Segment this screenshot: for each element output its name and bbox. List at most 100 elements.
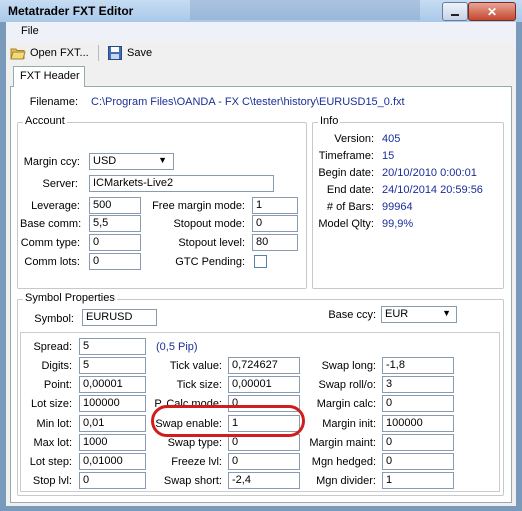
leverage-input[interactable]: 500 bbox=[89, 197, 141, 214]
swap-short-label: Swap short: bbox=[163, 475, 222, 487]
open-fxt-label: Open FXT... bbox=[30, 47, 89, 59]
lot-size-input[interactable]: 100000 bbox=[79, 395, 146, 412]
server-label: Server: bbox=[42, 178, 78, 190]
filename-value: C:\Program Files\OANDA - FX C\tester\his… bbox=[91, 96, 405, 108]
margin-init-label: Margin init: bbox=[322, 418, 376, 430]
bars-label: # of Bars: bbox=[326, 201, 374, 213]
tick-size-label: Tick size: bbox=[176, 379, 222, 391]
version-label: Version: bbox=[334, 133, 374, 145]
gtc-pending-checkbox[interactable] bbox=[254, 255, 267, 268]
filename-label: Filename: bbox=[29, 96, 78, 108]
point-input[interactable]: 0,00001 bbox=[79, 376, 146, 393]
margin-ccy-select[interactable]: USD ▼ bbox=[89, 153, 174, 170]
save-button[interactable]: Save bbox=[108, 45, 152, 61]
min-lot-label: Min lot: bbox=[36, 418, 72, 430]
mgn-divider-input[interactable]: 1 bbox=[382, 472, 454, 489]
freeze-lvl-input[interactable]: 0 bbox=[228, 453, 300, 470]
save-label: Save bbox=[127, 47, 153, 59]
version-value: 405 bbox=[382, 133, 401, 145]
leverage-label: Leverage: bbox=[31, 200, 80, 212]
symbol-label: Symbol: bbox=[34, 313, 74, 325]
swap-type-label: Swap type: bbox=[167, 437, 222, 449]
chevron-down-icon: ▼ bbox=[158, 155, 167, 165]
lot-step-label: Lot step: bbox=[29, 456, 72, 468]
mgn-hedged-label: Mgn hedged: bbox=[311, 456, 376, 468]
tick-size-input[interactable]: 0,00001 bbox=[228, 376, 300, 393]
close-button[interactable]: ✕ bbox=[468, 2, 516, 21]
account-group-title: Account bbox=[23, 115, 67, 127]
menu-file[interactable]: File bbox=[21, 25, 39, 37]
margin-maint-label: Margin maint: bbox=[309, 437, 376, 449]
margin-init-input[interactable]: 100000 bbox=[382, 415, 454, 432]
model-qlty-label: Model Qlty: bbox=[318, 218, 374, 230]
floppy-disk-icon bbox=[108, 46, 122, 60]
swap-short-input[interactable]: -2,4 bbox=[228, 472, 300, 489]
free-margin-mode-input[interactable]: 1 bbox=[252, 197, 298, 214]
server-input[interactable]: ICMarkets-Live2 bbox=[89, 175, 274, 192]
min-lot-input[interactable]: 0,01 bbox=[79, 415, 146, 432]
chevron-down-icon: ▼ bbox=[442, 308, 451, 318]
margin-ccy-value: USD bbox=[93, 155, 117, 167]
free-margin-mode-label: Free margin mode: bbox=[152, 200, 245, 212]
swap-rollo-label: Swap roll/o: bbox=[318, 379, 376, 391]
base-comm-input[interactable]: 5,5 bbox=[89, 215, 141, 232]
swap-long-label: Swap long: bbox=[321, 360, 376, 372]
tab-fxt-header[interactable]: FXT Header bbox=[13, 66, 85, 87]
freeze-lvl-label: Freeze lvl: bbox=[171, 456, 222, 468]
comm-type-input[interactable]: 0 bbox=[89, 234, 141, 251]
begin-date-label: Begin date: bbox=[318, 167, 374, 179]
lot-size-label: Lot size: bbox=[31, 398, 72, 410]
stopout-mode-input[interactable]: 0 bbox=[252, 215, 298, 232]
symbol-input[interactable]: EURUSD bbox=[82, 309, 157, 326]
digits-input[interactable]: 5 bbox=[79, 357, 146, 374]
comm-type-label: Comm type: bbox=[20, 237, 80, 249]
margin-calc-label: Margin calc: bbox=[316, 398, 376, 410]
gtc-pending-label: GTC Pending: bbox=[175, 256, 245, 268]
stop-lvl-input[interactable]: 0 bbox=[79, 472, 146, 489]
base-comm-label: Base comm: bbox=[20, 218, 82, 230]
tick-value-label: Tick value: bbox=[169, 360, 222, 372]
margin-maint-input[interactable]: 0 bbox=[382, 434, 454, 451]
stopout-mode-label: Stopout mode: bbox=[173, 218, 245, 230]
stop-lvl-label: Stop lvl: bbox=[32, 475, 72, 487]
tick-value-input[interactable]: 0,724627 bbox=[228, 357, 300, 374]
swap-rollo-input[interactable]: 3 bbox=[382, 376, 454, 393]
open-fxt-button[interactable]: Open FXT... bbox=[10, 45, 89, 61]
swap-long-input[interactable]: -1,8 bbox=[382, 357, 454, 374]
mgn-divider-label: Mgn divider: bbox=[316, 475, 376, 487]
info-group-title: Info bbox=[318, 115, 341, 127]
menu-bar: File bbox=[6, 22, 516, 42]
spread-input[interactable]: 5 bbox=[79, 338, 146, 355]
minimize-button[interactable] bbox=[442, 2, 468, 21]
begin-date-value: 20/10/2010 0:00:01 bbox=[382, 167, 477, 179]
base-ccy-value: EUR bbox=[385, 308, 409, 320]
window-title: Metatrader FXT Editor bbox=[8, 4, 134, 18]
spread-pip-note: (0,5 Pip) bbox=[156, 341, 198, 353]
base-ccy-label: Base ccy: bbox=[328, 309, 376, 321]
margin-ccy-label: Margin ccy: bbox=[23, 156, 80, 168]
model-qlty-value: 99,9% bbox=[382, 218, 414, 230]
title-bar[interactable]: Metatrader FXT Editor ✕ bbox=[0, 0, 522, 22]
timeframe-value: 15 bbox=[382, 150, 395, 162]
timeframe-label: Timeframe: bbox=[318, 150, 374, 162]
spread-label: Spread: bbox=[33, 341, 72, 353]
tab-fxt-header-label: FXT Header bbox=[20, 70, 80, 82]
background-window-strip bbox=[190, 0, 420, 20]
base-ccy-select[interactable]: EUR ▼ bbox=[381, 306, 457, 323]
max-lot-label: Max lot: bbox=[33, 437, 72, 449]
mgn-hedged-input[interactable]: 0 bbox=[382, 453, 454, 470]
end-date-value: 24/10/2014 20:59:56 bbox=[382, 184, 483, 196]
folder-open-icon bbox=[10, 48, 26, 60]
bars-value: 99964 bbox=[382, 201, 413, 213]
lot-step-input[interactable]: 0,01000 bbox=[79, 453, 146, 470]
stopout-level-input[interactable]: 80 bbox=[252, 234, 298, 251]
symbol-properties-title: Symbol Properties bbox=[23, 292, 117, 304]
margin-calc-input[interactable]: 0 bbox=[382, 395, 454, 412]
max-lot-input[interactable]: 1000 bbox=[79, 434, 146, 451]
minimize-icon bbox=[451, 13, 459, 16]
comm-lots-input[interactable]: 0 bbox=[89, 253, 141, 270]
close-icon: ✕ bbox=[486, 4, 498, 19]
toolbar-separator bbox=[98, 45, 99, 61]
stopout-level-label: Stopout level: bbox=[178, 237, 245, 249]
swap-enable-highlight-circle bbox=[151, 405, 305, 437]
